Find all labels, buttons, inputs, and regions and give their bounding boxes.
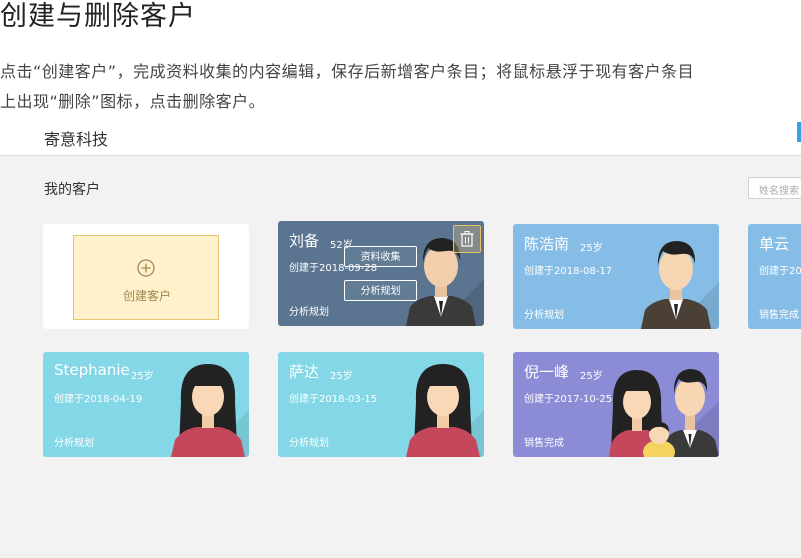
top-bar: 寄意科技: [0, 118, 801, 156]
page-title: 创建与删除客户: [0, 1, 196, 32]
customer-card-liubei[interactable]: 刘备 52岁 创建于2018-09-28 分析规划 资料收集 分析规划: [278, 221, 484, 326]
customer-created: 创建于20: [759, 266, 801, 277]
customer-created: 创建于2018-03-15: [289, 394, 378, 405]
customer-card-shanyun[interactable]: 单云 创建于20 销售完成: [748, 224, 801, 329]
customer-age: 25岁: [131, 371, 154, 382]
customer-card-sada[interactable]: 萨达 25岁 创建于2018-03-15 分析规划: [278, 352, 484, 457]
search-input[interactable]: 姓名搜索: [748, 177, 801, 199]
male-avatar-icon: [641, 241, 719, 329]
create-customer-button[interactable]: 创建客户: [73, 235, 219, 320]
description-line-2: 上出现“删除”图标，点击删除客户。: [0, 92, 266, 111]
customer-card-niyifeng[interactable]: 倪一峰 25岁 创建于2017-10-25 销售完成: [513, 352, 719, 457]
customer-name: 萨达: [289, 363, 320, 381]
customer-status: 销售完成: [759, 310, 799, 321]
app-screenshot: 寄意科技 我的客户 姓名搜索 创建客户 刘备 52岁 创建于2018-09-28…: [0, 118, 801, 558]
female-avatar-icon: [406, 364, 484, 457]
customer-name: 单云: [759, 235, 790, 253]
delete-button[interactable]: [453, 225, 481, 253]
create-customer-card[interactable]: 创建客户: [43, 224, 249, 329]
data-collection-button[interactable]: 资料收集: [344, 246, 417, 267]
create-customer-label: 创建客户: [122, 289, 171, 303]
customer-age: 25岁: [330, 371, 353, 382]
customer-status: 分析规划: [54, 438, 94, 449]
customer-status: 分析规划: [524, 310, 564, 321]
plus-circle-icon: [137, 259, 155, 277]
customer-name: 刘备: [289, 232, 320, 250]
family-avatar-icon: [609, 369, 719, 457]
customer-status: 销售完成: [524, 438, 564, 449]
customer-created: 创建于2018-04-19: [54, 394, 143, 405]
customer-name: 倪一峰: [524, 363, 570, 381]
analysis-plan-button[interactable]: 分析规划: [344, 280, 417, 301]
customer-status: 分析规划: [289, 307, 329, 318]
topbar-accent: [797, 122, 801, 142]
customer-status: 分析规划: [289, 438, 329, 449]
customer-name: 陈浩南: [524, 235, 570, 253]
trash-icon: [460, 231, 474, 247]
customer-card-stephanie[interactable]: Stephanie 25岁 创建于2018-04-19 分析规划: [43, 352, 249, 457]
section-title: 我的客户: [44, 182, 100, 198]
customer-name: Stephanie: [54, 361, 130, 379]
customer-age: 25岁: [580, 371, 603, 382]
female-avatar-icon: [171, 364, 249, 457]
customer-created: 创建于2018-08-17: [524, 266, 613, 277]
search-placeholder: 姓名搜索: [759, 186, 799, 197]
brand-name: 寄意科技: [44, 130, 109, 149]
customer-created: 创建于2017-10-25: [524, 394, 613, 405]
customer-card-chenhaonan[interactable]: 陈浩南 25岁 创建于2018-08-17 分析规划: [513, 224, 719, 329]
description-line-1: 点击“创建客户”，完成资料收集的内容编辑，保存后新增客户条目；将鼠标悬浮于现有客…: [0, 62, 695, 81]
customer-age: 25岁: [580, 243, 603, 254]
